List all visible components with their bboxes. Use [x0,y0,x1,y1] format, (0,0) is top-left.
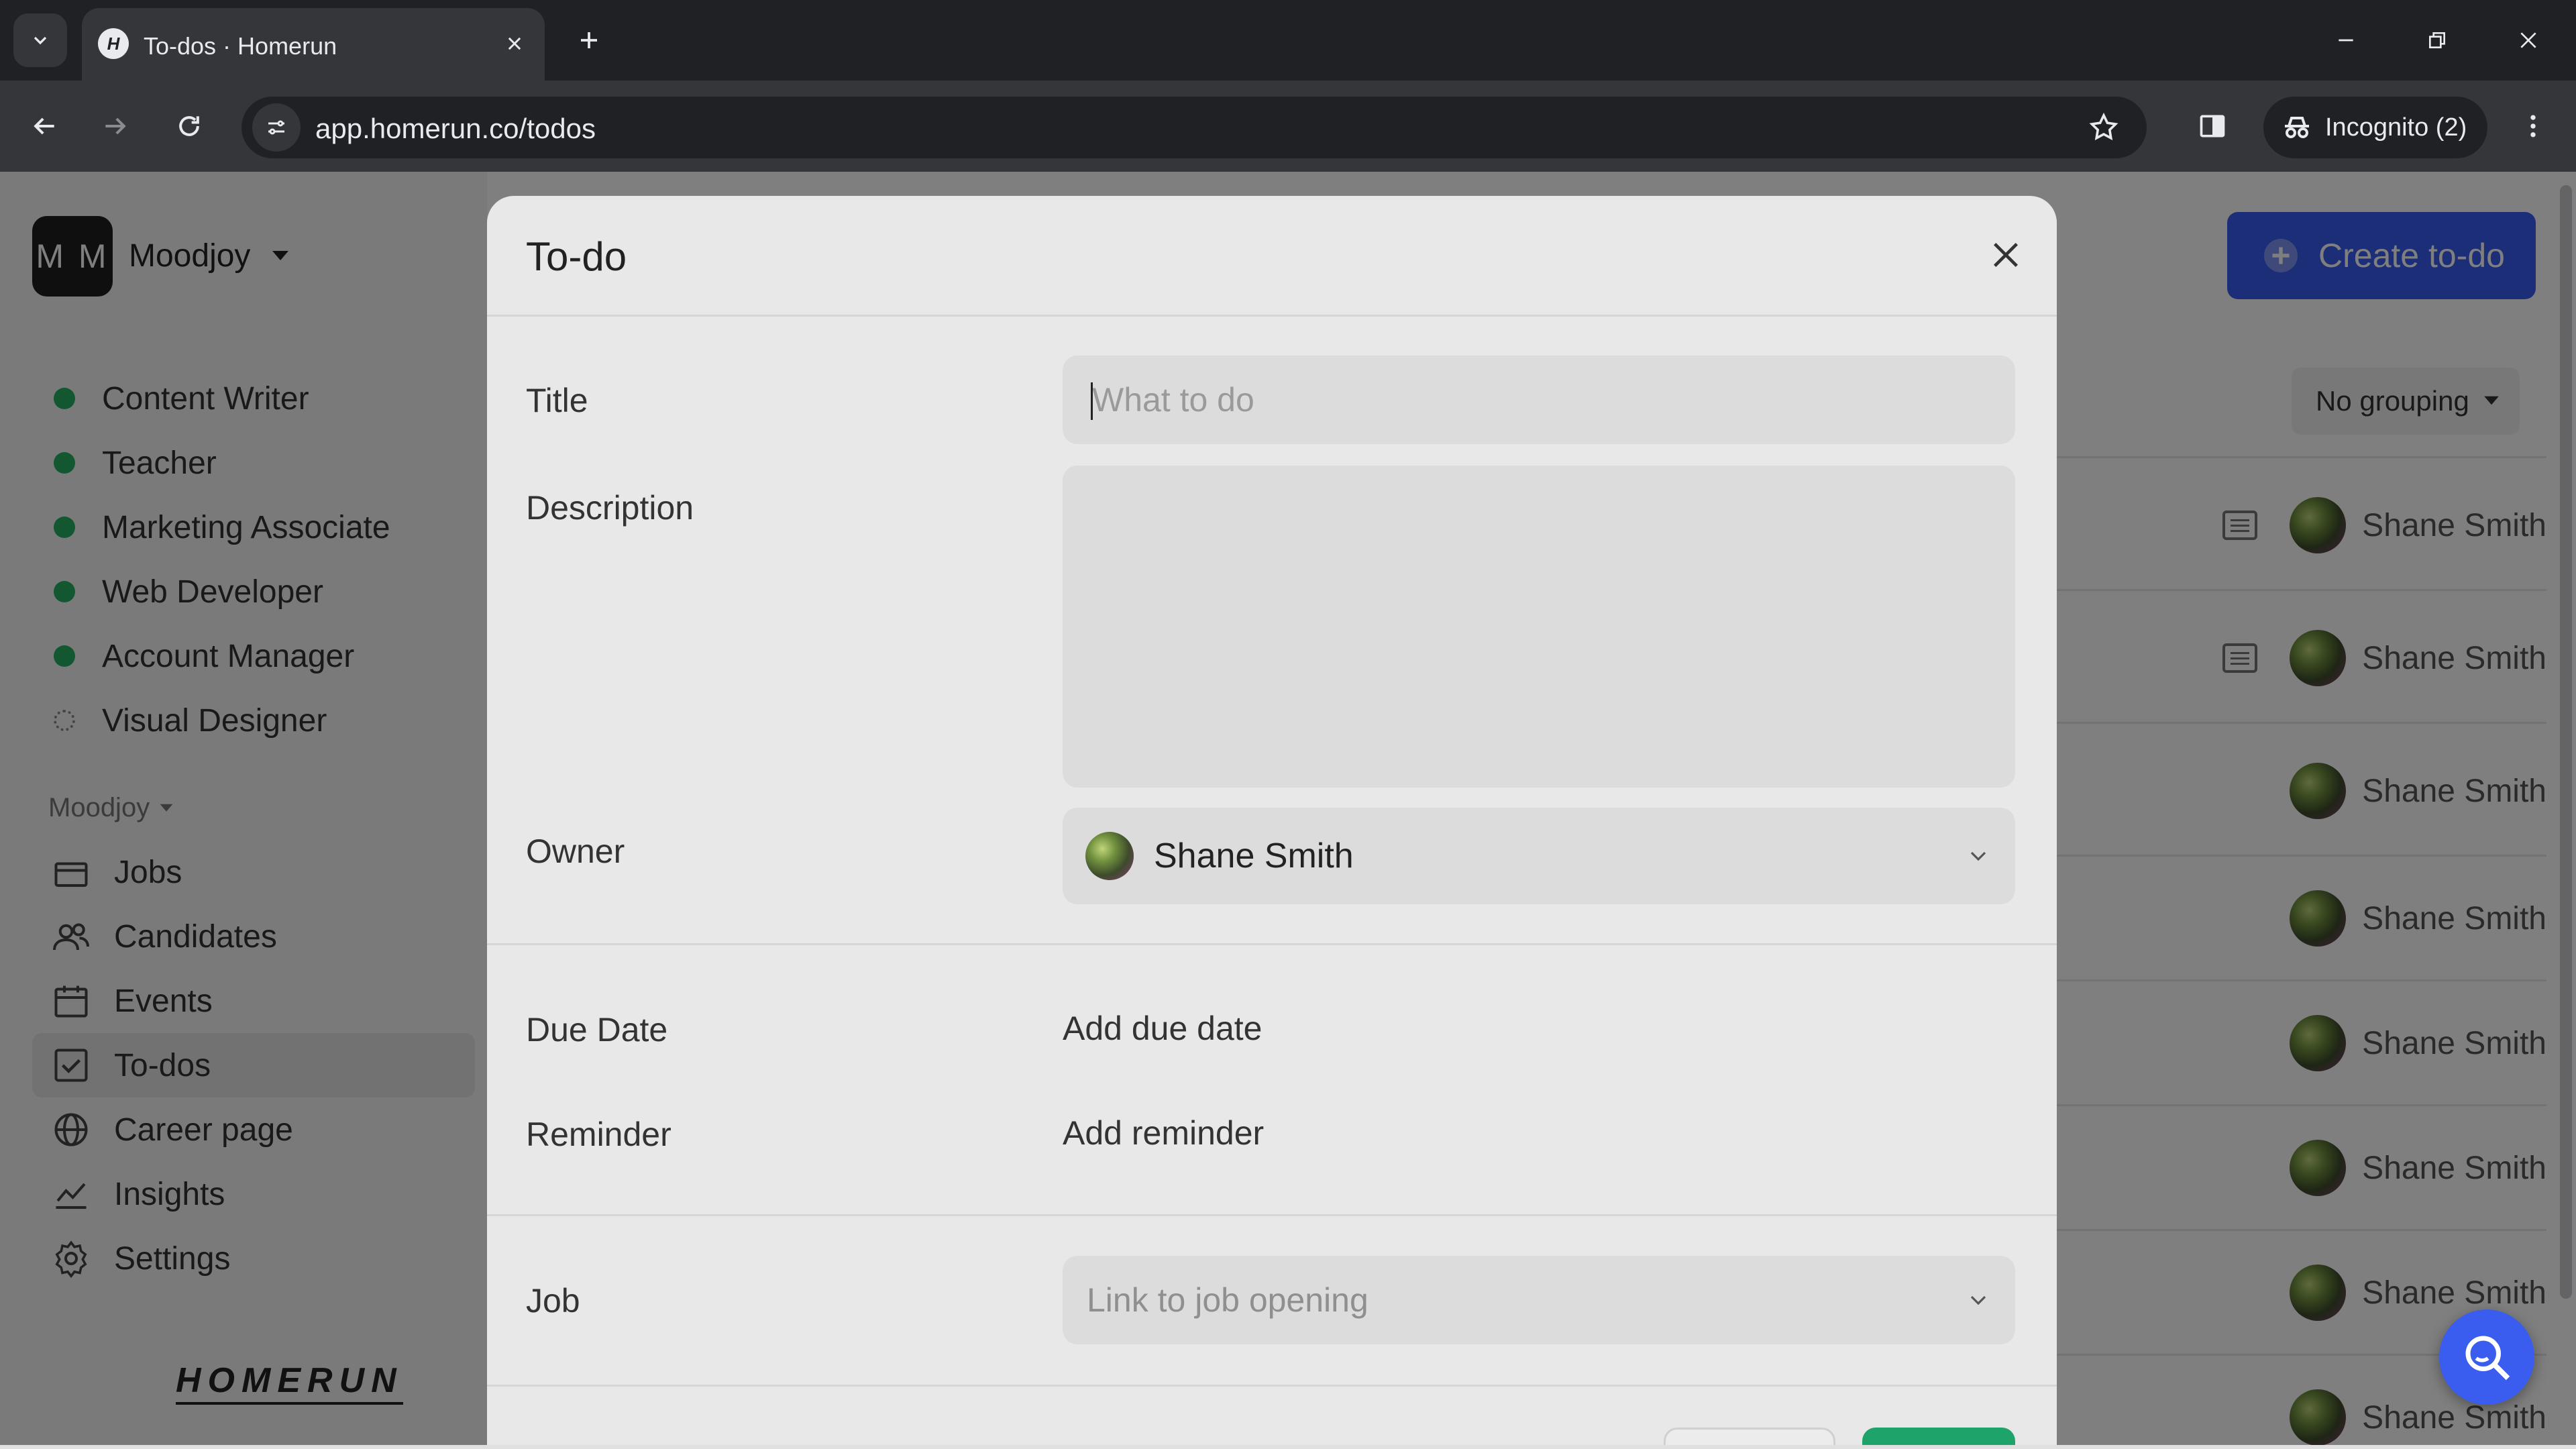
tune-icon [268,120,284,135]
add-reminder-button[interactable]: Add reminder [1063,1114,1264,1152]
incognito-button[interactable]: Incognito (2) [2263,97,2487,158]
chevron-down-icon [34,36,47,45]
incognito-icon [2285,117,2309,138]
close-window-button[interactable] [2498,16,2559,64]
owner-label: Owner [526,833,625,870]
divider [487,1214,2057,1216]
close-icon [508,37,521,50]
job-select-placeholder: Link to job opening [1087,1281,1368,1319]
tab-title: To-dos · Homerun [144,32,337,60]
restore-icon [2429,32,2445,48]
close-icon [1994,243,2018,267]
tab-close-button[interactable] [498,27,531,60]
side-panel-icon [2200,115,2225,138]
browser-menu-button[interactable] [2508,101,2559,152]
dialog-header: To-do [487,196,2057,317]
divider [487,1385,2057,1387]
owner-select[interactable]: Shane Smith [1063,808,2015,904]
job-label: Job [526,1282,580,1320]
search-icon [2465,1336,2510,1381]
bookmark-button[interactable] [2085,109,2123,146]
plus-icon [581,32,597,48]
add-due-date-button[interactable]: Add due date [1063,1009,1263,1048]
title-label: Title [526,382,588,419]
more-vertical-icon [2530,115,2536,138]
reload-button[interactable] [164,101,215,152]
title-field[interactable] [1063,356,2015,444]
star-icon [2089,112,2118,141]
owner-value: Shane Smith [1154,837,1354,875]
divider [487,943,2057,945]
arrow-left-icon [34,117,54,135]
arrow-right-icon [105,117,126,135]
avatar [1085,832,1134,880]
browser-tab[interactable]: H To-dos · Homerun [82,8,545,80]
description-textarea[interactable] [1063,466,2015,788]
dialog-title: To-do [526,234,627,279]
dialog-close-button[interactable] [1982,231,2030,279]
back-button[interactable] [19,101,70,152]
url-text: app.homerun.co/todos [315,113,596,144]
minimize-button[interactable] [2316,16,2376,64]
help-search-button[interactable] [2439,1309,2534,1405]
title-input[interactable] [1063,356,2015,444]
description-field[interactable] [1063,466,2015,788]
side-panel-button[interactable] [2187,101,2238,152]
forward-button[interactable] [90,101,141,152]
reload-icon [179,116,199,136]
window-bottom-edge [0,1445,2576,1449]
due-date-label: Due Date [526,1011,668,1049]
site-info-button[interactable] [252,103,301,152]
new-tab-button[interactable] [568,19,610,62]
incognito-label: Incognito (2) [2325,113,2467,142]
description-label: Description [526,489,694,527]
minimize-icon [2339,39,2353,42]
close-icon [2520,32,2536,48]
job-select[interactable]: Link to job opening [1063,1256,2015,1344]
text-caret [1091,382,1093,420]
tab-search-button[interactable] [13,13,67,67]
address-bar[interactable]: app.homerun.co/todos [241,97,2147,158]
todo-dialog: To-do Title Description Owner Shane Smit… [487,196,2057,1449]
browser-toolbar: app.homerun.co/todos Incognito (2) [0,80,2576,172]
homerun-favicon-icon: H [98,28,129,59]
browser-tab-bar: H To-dos · Homerun [0,0,2576,80]
reminder-label: Reminder [526,1116,672,1153]
restore-button[interactable] [2407,16,2467,64]
chevron-down-icon [1970,1295,1986,1305]
chevron-down-icon [1970,851,1986,861]
